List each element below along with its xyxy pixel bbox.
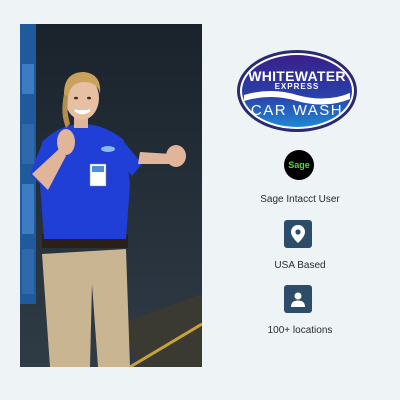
person-icon [284,285,314,315]
employee-photo [20,24,202,367]
logo-line3: CAR WASH [250,102,344,119]
logo-line1: WHITEWATER [248,68,346,84]
feature-label: Sage Intacct User [260,194,340,205]
location-pin-icon [284,220,314,250]
whitewater-logo: WHITEWATER EXPRESS CAR WASH [236,49,358,133]
feature-label: 100+ locations [267,325,333,336]
info-column: WHITEWATER EXPRESS CAR WASH Sage Sage In… [215,0,385,400]
feature-label: USA Based [274,260,326,271]
sage-logo-icon: Sage [284,150,314,180]
logo-line2: EXPRESS [274,82,320,91]
